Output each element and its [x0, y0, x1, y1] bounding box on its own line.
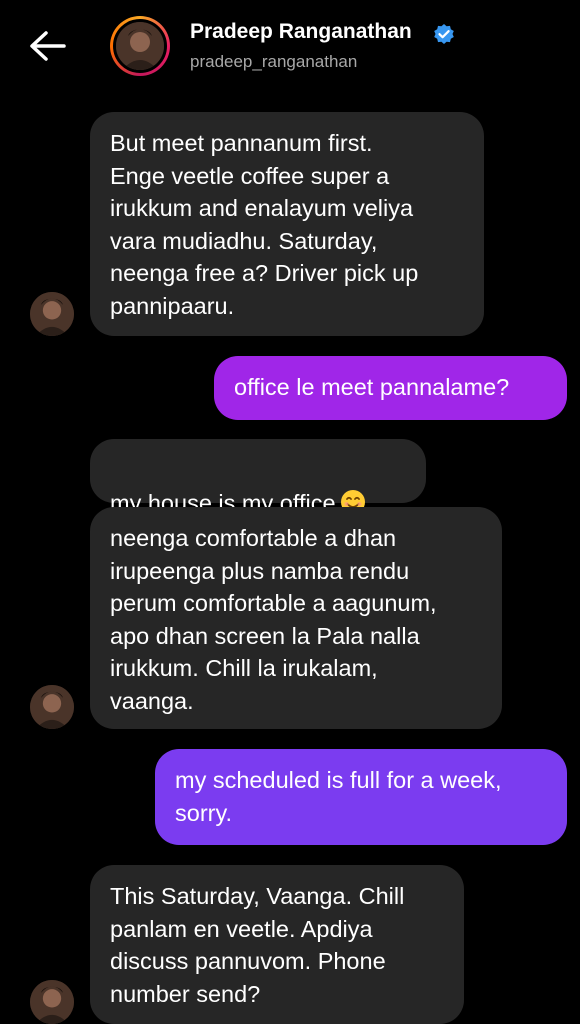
contact-name[interactable]: Pradeep Ranganathan [190, 20, 412, 44]
message-bubble-outgoing[interactable]: office le meet pannalame? [214, 356, 567, 420]
profile-avatar[interactable] [110, 16, 170, 76]
back-button[interactable] [26, 26, 70, 66]
message-bubble-incoming[interactable]: But meet pannanum first. Enge veetle cof… [90, 112, 484, 336]
avatar-photo [116, 22, 164, 70]
avatar-photo [30, 980, 74, 1024]
sender-avatar[interactable] [30, 980, 74, 1024]
sender-avatar[interactable] [30, 685, 74, 729]
message-bubble-incoming[interactable]: neenga comfortable a dhan irupeenga plus… [90, 507, 502, 729]
message-bubble-outgoing[interactable]: my scheduled is full for a week, sorry. [155, 749, 567, 845]
message-bubble-incoming[interactable]: This Saturday, Vaanga. Chill panlam en v… [90, 865, 464, 1024]
avatar-photo [30, 292, 74, 336]
contact-handle: pradeep_ranganathan [190, 52, 358, 71]
message-bubble-incoming[interactable]: my house is my office [90, 439, 426, 516]
back-arrow-icon [30, 31, 66, 61]
sender-avatar[interactable] [30, 292, 74, 336]
verified-badge-icon [434, 24, 454, 44]
avatar-photo [30, 685, 74, 729]
chat-header: Pradeep Ranganathan pradeep_ranganathan [0, 0, 580, 96]
